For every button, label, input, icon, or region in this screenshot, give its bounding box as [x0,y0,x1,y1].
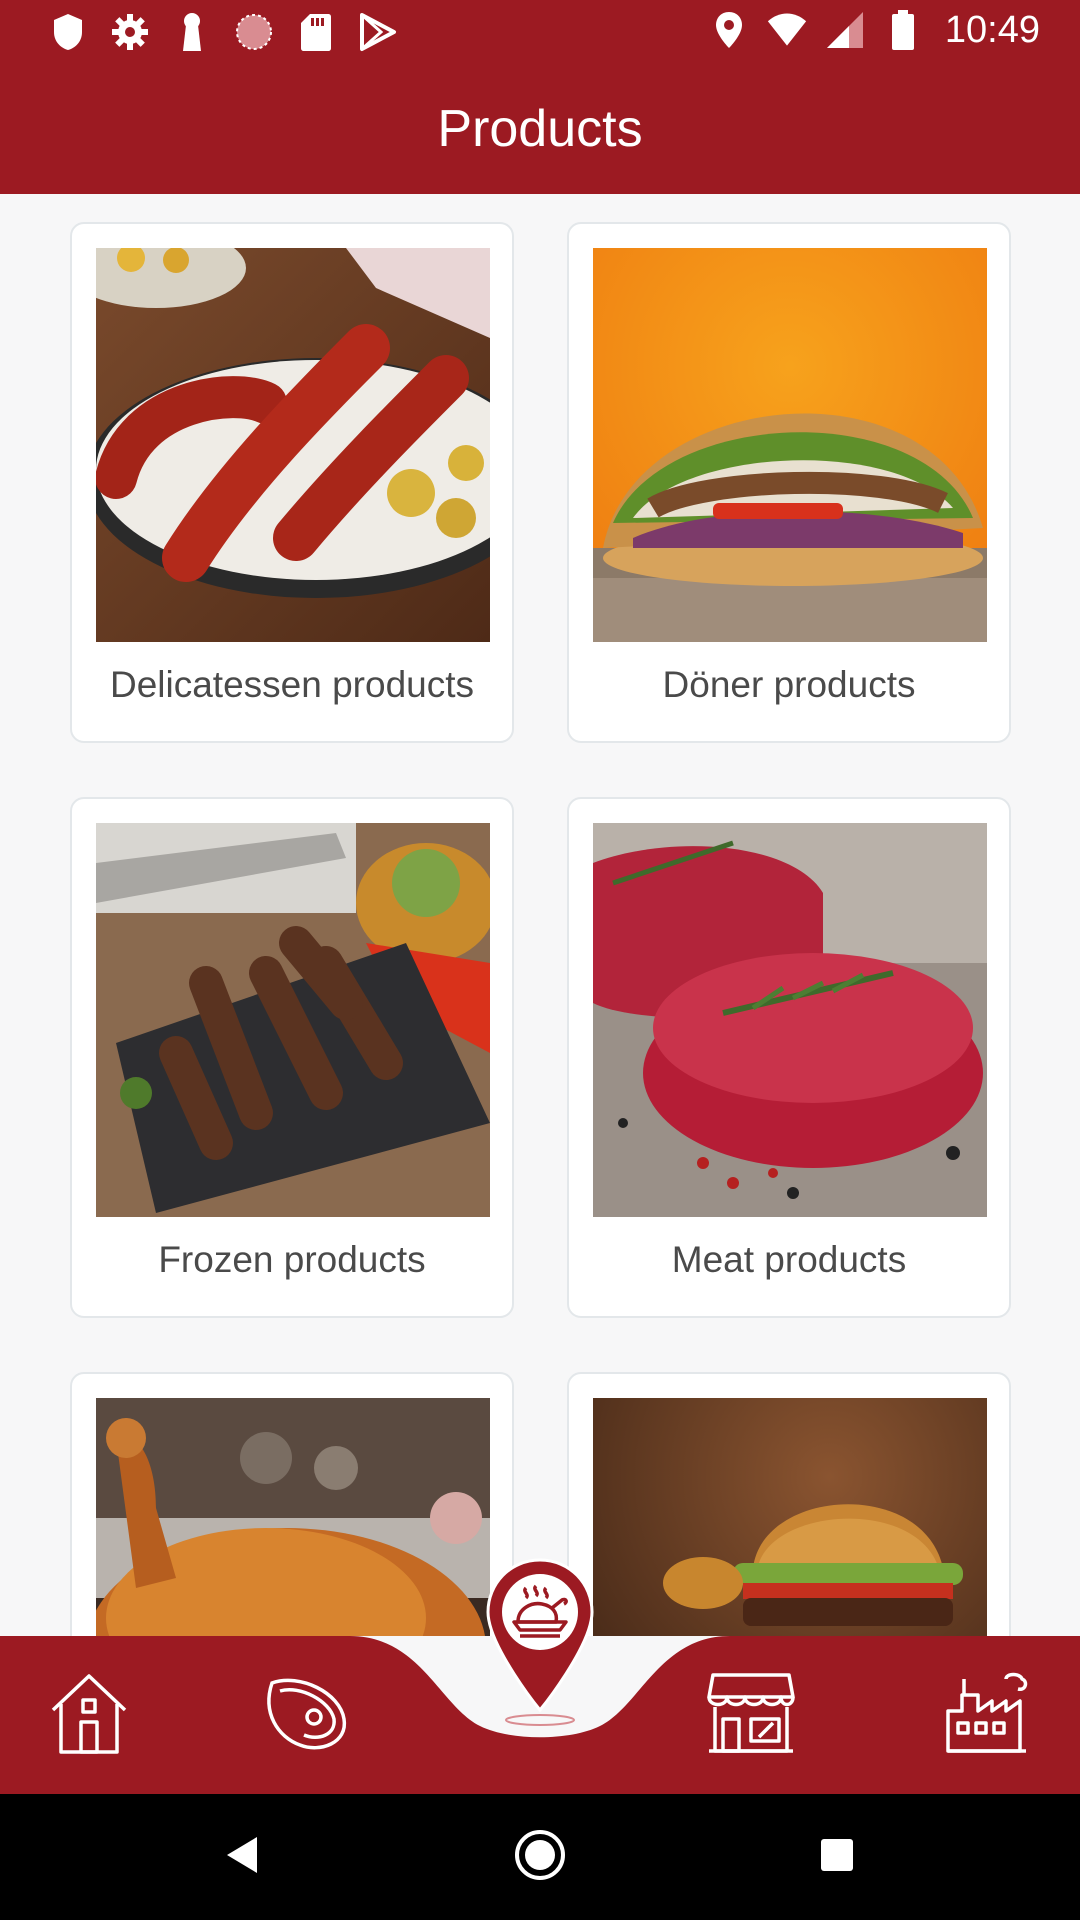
product-label: Meat products [671,1239,907,1280]
home-icon [49,1670,129,1761]
meat-icon [260,1673,350,1758]
factory-icon [944,1671,1030,1760]
product-card-delicatessen[interactable]: Delicatessen products [70,222,514,743]
product-card-frozen[interactable]: Frozen products [70,797,514,1318]
clock: 10:49 [944,8,1040,51]
sausages-photo [96,248,490,642]
keyhole-icon [172,10,212,54]
sd-card-icon [296,10,336,54]
page-title: Products [437,100,643,158]
nav-meat[interactable] [250,1660,360,1770]
battery-icon [883,8,923,52]
status-bar: 10:49 [0,0,1080,64]
burger-photo [593,1398,987,1636]
location-icon [709,8,749,52]
product-card-meat[interactable]: Meat products [567,797,1011,1318]
product-card-chicken[interactable] [70,1372,514,1636]
home-button[interactable] [505,1822,575,1892]
shop-icon [705,1671,797,1760]
cevapi-photo [96,823,490,1217]
home-circle-icon [514,1829,566,1886]
gear-icon [110,10,150,54]
steak-photo [593,823,987,1217]
play-store-icon [358,10,398,54]
back-triangle-icon [223,1835,259,1880]
product-card-doner[interactable]: Döner products [567,222,1011,743]
doner-photo [593,248,987,642]
sync-icon [234,10,274,54]
product-label: Frozen products [158,1239,426,1280]
product-label: Döner products [662,664,916,705]
app-bar: Products [0,64,1080,194]
nav-shop[interactable] [696,1660,806,1770]
system-navigation-bar [0,1794,1080,1920]
product-label: Delicatessen products [109,664,475,705]
nav-factory[interactable] [932,1660,1042,1770]
recents-square-icon [819,1837,855,1878]
back-button[interactable] [206,1822,276,1892]
recents-button[interactable] [802,1822,872,1892]
wifi-icon [767,8,807,52]
product-card-burger[interactable] [567,1372,1011,1636]
roast-chicken-icon [512,1582,568,1645]
nav-roast-chicken[interactable] [484,1556,596,1716]
shield-icon [48,10,88,54]
signal-icon [825,8,865,52]
roast-chicken-photo [96,1398,490,1636]
product-grid: Delicatessen products Döner products Fro… [0,194,1080,1636]
nav-home[interactable] [34,1660,144,1770]
